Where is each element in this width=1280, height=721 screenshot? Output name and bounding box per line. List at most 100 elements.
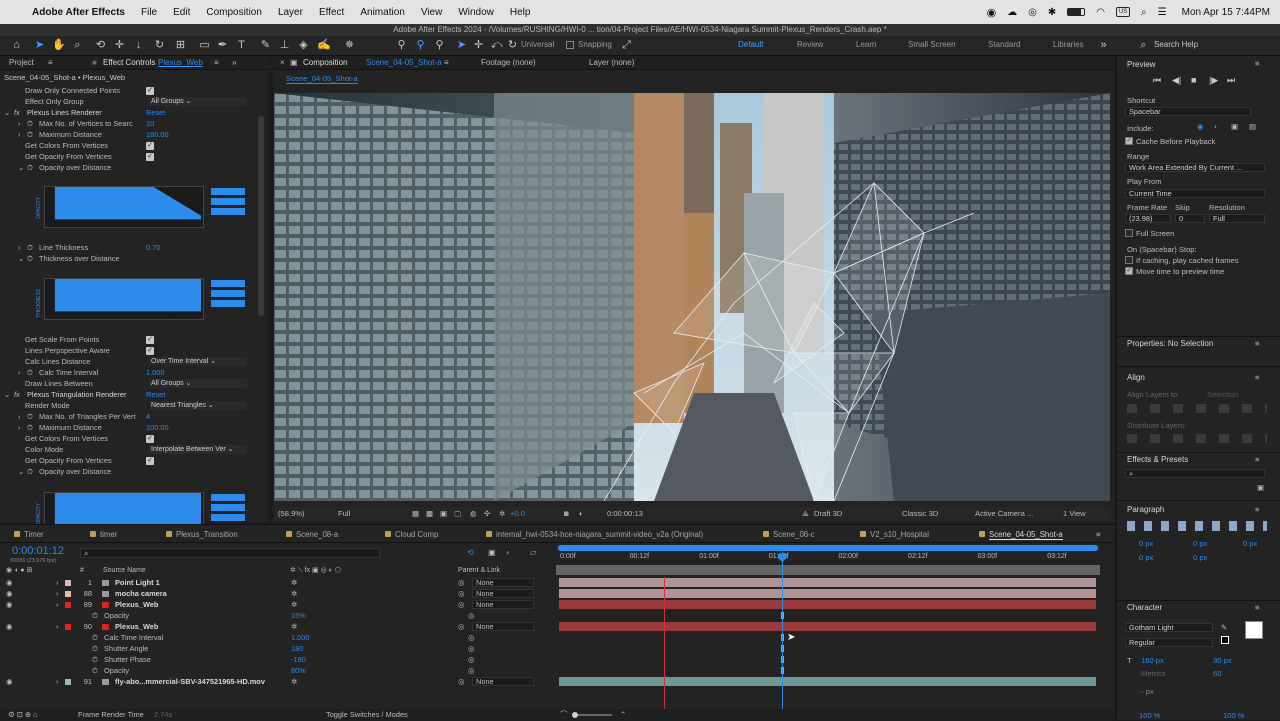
effect-property-row[interactable]: Draw Lines Between All Groups ⌄	[0, 378, 250, 389]
eyedropper-icon[interactable]: ✎	[1221, 623, 1227, 632]
layer-track-bar[interactable]	[559, 600, 1096, 609]
clone-tool-icon[interactable]: ⊥	[278, 39, 291, 52]
selection-tool-icon[interactable]: ➤	[33, 39, 46, 52]
timeline-tab[interactable]: Scene_04-05_Shot-a	[989, 530, 1063, 540]
tracking-value[interactable]: 30 px	[1213, 656, 1232, 665]
workspace-learn[interactable]: Learn	[856, 40, 876, 49]
comp-subtab[interactable]: Scene_04-05_Shot-a	[286, 74, 358, 84]
zoom-in-icon[interactable]: ⌃	[620, 709, 626, 721]
effect-controls-layer-name[interactable]: Plexus_Web	[158, 56, 203, 70]
play-from-dropdown[interactable]: Current Time	[1125, 189, 1265, 198]
fill-color-swatch[interactable]	[1245, 621, 1263, 639]
property-value[interactable]: 4	[146, 411, 150, 422]
workspace-review[interactable]: Review	[797, 40, 823, 49]
indent-first[interactable]: 0 px	[1243, 539, 1257, 548]
expand-layer-icon[interactable]: ›	[56, 676, 58, 687]
menu-help[interactable]: Help	[510, 7, 531, 18]
visibility-eye-icon[interactable]: ◉	[6, 599, 12, 610]
layer-name[interactable]: Point Light 1	[115, 577, 160, 588]
effect-property-row[interactable]: › ⏱ Max No. of Triangles Per Vert 4	[0, 411, 250, 422]
menu-effect[interactable]: Effect	[319, 7, 344, 18]
layer-name[interactable]: mocha camera	[115, 588, 167, 599]
label-color-swatch[interactable]	[65, 602, 71, 608]
last-frame-icon[interactable]: ⏭	[1227, 75, 1235, 86]
stopwatch-icon[interactable]: ⏱	[27, 242, 33, 253]
renderer-dropdown[interactable]: Classic 3D	[902, 507, 938, 521]
composition-viewer[interactable]	[274, 93, 1110, 501]
3d-selection-icon[interactable]: ➤	[455, 39, 468, 52]
space-before[interactable]: 0 px	[1139, 553, 1153, 562]
tab-effect-controls[interactable]: Effect Controls	[103, 56, 155, 70]
toggle-switches-modes[interactable]: Toggle Switches / Modes	[326, 709, 408, 721]
shy-switch-icon[interactable]: ✲	[291, 588, 297, 599]
snapping-options-icon[interactable]: ⤢	[620, 39, 633, 52]
stopwatch-icon[interactable]: ⏱	[27, 466, 33, 477]
graph-editor-icon[interactable]: ▱	[530, 548, 536, 557]
tab-composition[interactable]: Composition	[303, 56, 347, 70]
label-color-swatch[interactable]	[65, 679, 71, 685]
layer-row[interactable]: ◉ › 1 Point Light 1 ✲ ◎ None	[0, 577, 555, 588]
visibility-eye-icon[interactable]: ◉	[6, 621, 12, 632]
paragraph-align-buttons[interactable]	[1127, 521, 1267, 531]
panel-expand-icon[interactable]: »	[232, 56, 236, 70]
axis-local-icon[interactable]: ⚲	[395, 39, 408, 52]
pick-whip-icon[interactable]: ◎	[458, 599, 464, 610]
prev-frame-icon[interactable]: ◀|	[1172, 75, 1181, 86]
menu-edit[interactable]: Edit	[173, 7, 190, 18]
property-row[interactable]: ⏱ Shutter Angle 180 ◎	[0, 643, 555, 654]
effect-property-row[interactable]: › ⏱ Maximum Distance 180.00	[0, 129, 250, 140]
scrollbar[interactable]	[258, 116, 264, 316]
character-menu-icon[interactable]: ≡	[1255, 603, 1259, 612]
draft-3d-icon[interactable]: ⟁	[802, 507, 809, 521]
time-ruler[interactable]: 0:00f00:12f01:00f01:12f02:00f02:12f03:00…	[556, 552, 1100, 564]
graph-preset-button[interactable]	[211, 514, 245, 521]
property-checkbox[interactable]: ✓	[146, 153, 154, 161]
stop-option2-checkbox[interactable]: ✓	[1125, 267, 1133, 275]
effects-menu-icon[interactable]: ≡	[1255, 455, 1259, 464]
timeline-tab[interactable]: Scene_08-a	[296, 530, 338, 539]
effect-property-row[interactable]: Render Mode Nearest Triangles ⌄	[0, 400, 250, 411]
stopwatch-icon[interactable]: ⏱	[92, 654, 98, 665]
distribute-buttons[interactable]	[1127, 434, 1267, 443]
vertical-scale-value[interactable]: 100 %	[1139, 711, 1161, 720]
fx-icon[interactable]: fx	[14, 389, 20, 400]
zoom-level[interactable]: (58.9%)	[278, 507, 305, 521]
effect-property-row[interactable]: ⌄ ⏱ Thickness over Distance	[0, 253, 250, 264]
layer-track-bar[interactable]	[559, 622, 1096, 631]
property-value[interactable]: 180	[291, 643, 303, 654]
include-overlay-icon[interactable]: ▣	[1231, 122, 1238, 131]
anchor-tool-icon[interactable]: ⊞	[174, 39, 187, 52]
snapshot-icon[interactable]: ◙	[564, 507, 569, 521]
workspace-small-screen[interactable]: Small Screen	[908, 40, 956, 49]
cloud-icon[interactable]: ☁	[1007, 7, 1017, 18]
exposure-value[interactable]: +0.0	[510, 507, 525, 521]
tab-layer[interactable]: Layer (none)	[589, 56, 634, 70]
effect-property-row[interactable]: Get Colors From Vertices ✓	[0, 140, 250, 151]
pick-whip-icon[interactable]: ◎	[458, 588, 464, 599]
first-frame-icon[interactable]: ⏮	[1153, 75, 1161, 86]
bluetooth-icon[interactable]: ✱	[1048, 7, 1056, 18]
property-checkbox[interactable]: ✓	[146, 142, 154, 150]
font-style-dropdown[interactable]: Regular	[1125, 638, 1213, 647]
parent-dropdown[interactable]: None	[472, 578, 534, 587]
property-value[interactable]: 1.000	[146, 367, 165, 378]
rotation-tool-icon[interactable]: ↻	[153, 39, 166, 52]
axis-world-icon[interactable]: ⚲	[414, 39, 427, 52]
stopwatch-icon[interactable]: ⏱	[92, 665, 98, 676]
graph-preset-button[interactable]	[211, 290, 245, 297]
reset-link[interactable]: Reset	[146, 389, 165, 400]
effect-property-row[interactable]: Lines Perpspective Aware ✓	[0, 345, 250, 356]
mask-visibility-icon[interactable]: ▣	[440, 507, 447, 521]
layer-name[interactable]: Plexus_Web	[115, 599, 158, 610]
visibility-eye-icon[interactable]: ◉	[6, 676, 12, 687]
effect-property-row[interactable]: Effect Only Group All Groups ⌄	[0, 96, 250, 107]
effect-property-row[interactable]: Get Opacity From Vertices ✓	[0, 151, 250, 162]
close-icon[interactable]: ×	[280, 56, 285, 70]
graph-preset-button[interactable]	[211, 300, 245, 307]
universal-label[interactable]: Universal	[521, 40, 554, 49]
property-row[interactable]: ⏱ Opacity 80% ◎	[0, 665, 555, 676]
work-area-bar[interactable]	[556, 565, 1100, 575]
search-help-field[interactable]: Search Help	[1154, 40, 1198, 49]
draft-3d-label[interactable]: Draft 3D	[814, 507, 842, 521]
lock-icon[interactable]: ■	[92, 56, 97, 70]
